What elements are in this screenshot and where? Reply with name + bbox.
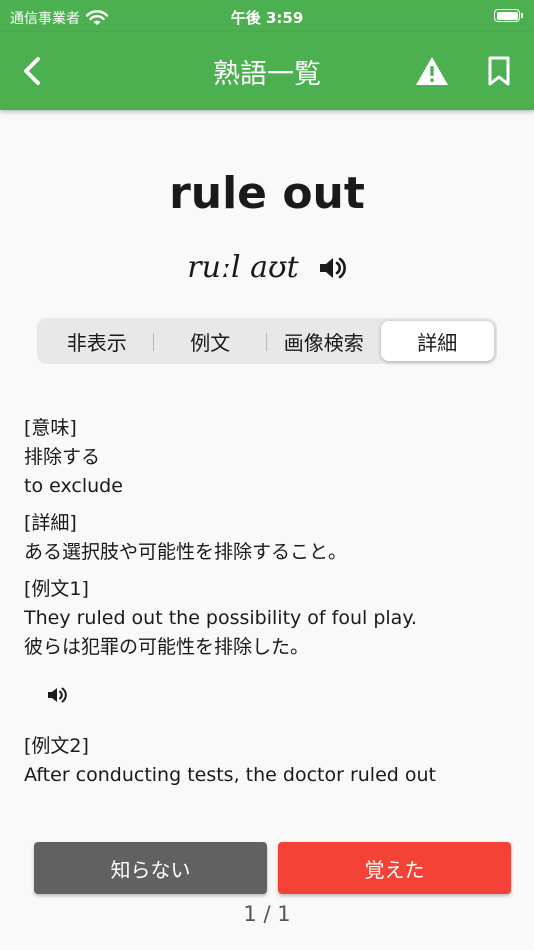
example2-label: [例文2] [24,735,89,757]
dont-know-label: 知らない [110,857,191,882]
detail-label: [詳細] [24,512,77,534]
example1-label: [例文1] [24,578,89,600]
segmented-control: 非表示 例文 画像検索 詳細 [37,318,497,364]
page-title: 熟語一覧 [213,59,321,90]
meaning-label: [意味] [24,417,77,439]
example1-section: [例文1] They ruled out the possibility of … [24,575,510,706]
meaning-en: to exclude [24,475,123,497]
tab-image-search[interactable]: 画像検索 [267,321,381,361]
example1-speaker-icon[interactable] [46,684,68,706]
memorized-label: 覚えた [364,857,425,882]
page-indicator: 1 / 1 [243,902,291,926]
word-heading: rule out [169,168,365,219]
example2-en: After conducting tests, the doctor ruled… [24,764,436,786]
tab-image-search-label: 画像検索 [283,330,364,355]
warning-icon[interactable] [414,54,450,88]
tab-hide-label: 非表示 [66,330,127,355]
speaker-icon[interactable] [317,253,347,283]
memorized-button[interactable]: 覚えた [278,842,511,894]
tab-details-label: 詳細 [417,330,458,355]
nav-bar: 熟語一覧 [0,32,534,110]
example2-section: [例文2] After conducting tests, the doctor… [24,732,510,790]
example1-ja: 彼らは犯罪の可能性を排除した。 [24,636,310,658]
bookmark-icon[interactable] [484,54,514,88]
pronunciation-text: ruːl aʊt [187,250,299,285]
meaning-ja: 排除する [24,446,101,468]
battery-icon [494,9,523,22]
detail-text: ある選択肢や可能性を排除すること。 [24,541,348,563]
example1-en: They ruled out the possibility of foul p… [24,607,417,629]
tab-examples-label: 例文 [190,330,231,355]
details-panel[interactable]: [意味] 排除する to exclude [詳細] ある選択肢や可能性を排除する… [24,414,510,810]
tab-details[interactable]: 詳細 [380,321,494,361]
meaning-section: [意味] 排除する to exclude [24,414,510,501]
detail-section: [詳細] ある選択肢や可能性を排除すること。 [24,509,510,567]
pronunciation-row: ruːl aʊt [0,250,534,285]
dont-know-button[interactable]: 知らない [34,842,267,894]
status-time: 午後 3:59 [230,9,304,27]
tab-examples[interactable]: 例文 [154,321,268,361]
tab-hide[interactable]: 非表示 [40,321,154,361]
status-bar: 通信事業者 午後 3:59 [0,0,534,32]
